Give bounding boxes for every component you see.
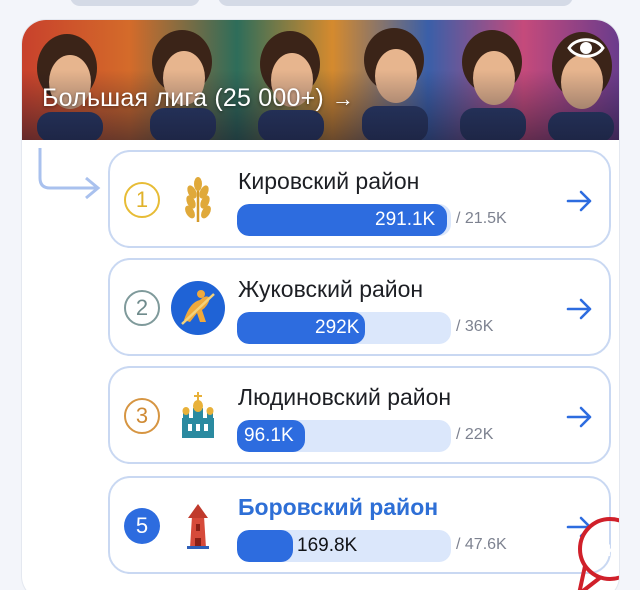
arrow-right-icon[interactable] — [565, 186, 595, 216]
district-name: Боровский район — [238, 494, 439, 520]
eye-icon[interactable] — [567, 34, 605, 62]
population-total: / 47.6K — [456, 536, 507, 553]
top-tab-left[interactable] — [70, 0, 200, 6]
league-banner[interactable]: Большая лига (25 000+) → — [22, 20, 619, 140]
progress-fill — [237, 530, 293, 562]
tower-emblem-icon — [170, 498, 226, 554]
score-value: 291.1K — [375, 209, 436, 230]
league-row-5[interactable]: 5 Боровский район 169.8K / 47.6K — [108, 476, 611, 574]
population-total: / 36K — [456, 318, 494, 335]
score-value: 96.1K — [244, 425, 294, 446]
league-row-2[interactable]: 2 Жуковский район 292K / 36K — [108, 258, 611, 356]
rank-badge: 3 — [124, 398, 160, 434]
progress-bar: 169.8K — [237, 530, 451, 562]
rank-badge: 5 — [124, 508, 160, 544]
cathedral-emblem-icon — [170, 388, 226, 444]
arrow-right-icon[interactable] — [565, 402, 595, 432]
top-tab-right[interactable] — [218, 0, 573, 6]
tree-connector-icon — [38, 148, 101, 200]
league-row-1[interactable]: 1 Кировский район 291.1K / 21.5K — [108, 150, 611, 248]
score-value: 292K — [315, 317, 360, 338]
arrow-right-icon[interactable] — [565, 294, 595, 324]
st-george-emblem-icon — [170, 280, 226, 336]
rank-badge: 2 — [124, 290, 160, 326]
arrow-right-icon: → — [331, 85, 355, 111]
district-name: Жуковский район — [238, 276, 424, 302]
league-title[interactable]: Большая лига (25 000+) → — [42, 84, 354, 113]
score-value: 169.8K — [297, 535, 358, 556]
wheat-emblem-icon — [170, 172, 226, 228]
population-total: / 21.5K — [456, 210, 507, 227]
progress-bar: 292K — [237, 312, 451, 344]
league-title-text: Большая лига (25 000+) — [42, 84, 324, 112]
svg-text:РЖЦ: РЖЦ — [587, 541, 619, 560]
progress-bar: 96.1K — [237, 420, 451, 452]
league-card: Большая лига (25 000+) → 1 Кировский рай… — [22, 20, 619, 590]
rzc-watermark-logo: РЖЦ — [577, 517, 619, 590]
progress-bar: 291.1K — [237, 204, 451, 236]
district-name: Кировский район — [238, 168, 420, 194]
rank-badge: 1 — [124, 182, 160, 218]
league-row-3[interactable]: 3 Людиновский район 96.1K / 22K — [108, 366, 611, 464]
population-total: / 22K — [456, 426, 494, 443]
district-name: Людиновский район — [238, 384, 452, 410]
